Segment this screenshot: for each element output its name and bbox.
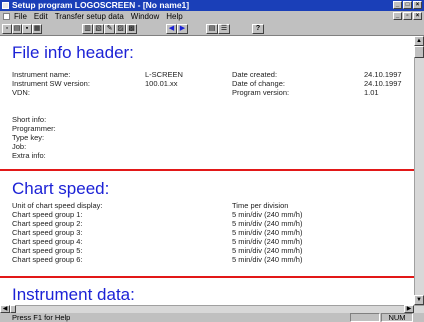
chart-speed-group-value: 5 min/div (240 mm/h): [232, 255, 303, 264]
chart-speed-group-value: 5 min/div (240 mm/h): [232, 246, 303, 255]
menu-file[interactable]: File: [14, 11, 27, 22]
app-icon[interactable]: [2, 2, 9, 9]
document-window-controls: _ ▫ ×: [393, 12, 422, 20]
instrument-name-label: Instrument name:: [12, 70, 71, 79]
chart-speed-group-value: 5 min/div (240 mm/h): [232, 210, 303, 219]
programmer-label: Programmer:: [12, 124, 56, 133]
chart-speed-group-label: Chart speed group 2:: [12, 219, 83, 228]
program-version-value: 1.01: [364, 88, 379, 97]
sw-version-value: 100.01.xx: [145, 79, 178, 88]
date-change-label: Date of change:: [232, 79, 285, 88]
horizontal-scroll-thumb[interactable]: [10, 305, 16, 313]
list-view-icon[interactable]: ☰: [218, 24, 230, 34]
menu-window[interactable]: Window: [131, 11, 159, 22]
status-help-text: Press F1 for Help: [12, 313, 71, 322]
doc-minimize-icon[interactable]: _: [393, 12, 402, 20]
scroll-left-icon[interactable]: ◀: [0, 305, 10, 313]
maximize-icon[interactable]: □: [403, 1, 412, 9]
vertical-scrollbar[interactable]: ▲ ▼: [414, 36, 424, 305]
chart-speed-unit-label: Unit of chart speed display:: [12, 201, 103, 210]
extra-info-label: Extra info:: [12, 151, 46, 160]
chart-speed-title: Chart speed:: [12, 179, 110, 198]
date-created-value: 24.10.1997: [364, 70, 402, 79]
settings-icon[interactable]: ▨: [115, 24, 126, 34]
chart-speed-group-label: Chart speed group 4:: [12, 237, 83, 246]
section-divider: [0, 276, 414, 278]
section-divider: [0, 169, 414, 171]
document-icon[interactable]: [3, 13, 10, 20]
help-icon[interactable]: ?: [252, 24, 264, 34]
menu-edit[interactable]: Edit: [34, 11, 48, 22]
new-file-icon[interactable]: ▫: [2, 24, 12, 34]
window-controls: _ □ ×: [393, 1, 422, 9]
compare-icon[interactable]: ▩: [126, 24, 137, 34]
scroll-thumb[interactable]: [414, 46, 424, 58]
chart-speed-group-value: 5 min/div (240 mm/h): [232, 228, 303, 237]
print-icon[interactable]: ▦: [32, 24, 42, 34]
document-view: File info header: Instrument name: Instr…: [0, 36, 414, 305]
chart-speed-group-label: Chart speed group 1:: [12, 210, 83, 219]
chart-speed-group-value: 5 min/div (240 mm/h): [232, 219, 303, 228]
num-lock-indicator: NUM: [388, 313, 406, 322]
window-title: Setup program LOGOSCREEN - [No name1]: [12, 0, 190, 10]
program-version-label: Program version:: [232, 88, 290, 97]
minimize-icon[interactable]: _: [393, 1, 402, 9]
chart-speed-group-label: Chart speed group 5:: [12, 246, 83, 255]
vdn-label: VDN:: [12, 88, 30, 97]
file-info-header-title: File info header:: [12, 43, 134, 62]
status-panel: [350, 313, 380, 322]
status-bar: Press F1 for Help NUM: [0, 313, 424, 322]
save-file-icon[interactable]: ▪: [22, 24, 32, 34]
close-icon[interactable]: ×: [413, 1, 422, 9]
scroll-down-icon[interactable]: ▼: [414, 295, 424, 305]
menu-help[interactable]: Help: [166, 11, 182, 22]
next-icon[interactable]: ▶: [177, 24, 188, 34]
edit-icon[interactable]: ✎: [104, 24, 115, 34]
scroll-up-icon[interactable]: ▲: [414, 36, 424, 46]
horizontal-scrollbar[interactable]: ◀ ▶: [0, 305, 424, 313]
chart-speed-group-value: 5 min/div (240 mm/h): [232, 237, 303, 246]
transfer-from-instrument-icon[interactable]: ▧: [93, 24, 104, 34]
menu-bar: File Edit Transfer setup data Window Hel…: [0, 11, 424, 22]
previous-icon[interactable]: ◀: [166, 24, 177, 34]
date-created-label: Date created:: [232, 70, 278, 79]
tile-window-icon[interactable]: ▤: [206, 24, 218, 34]
toolbar: ▫ ▤ ▪ ▦ ▥ ▧ ✎ ▨ ▩ ◀ ▶ ▤ ☰ ?: [0, 22, 424, 36]
chart-speed-group-label: Chart speed group 3:: [12, 228, 83, 237]
chart-speed-unit-value: Time per division: [232, 201, 289, 210]
date-change-value: 24.10.1997: [364, 79, 402, 88]
sw-version-label: Instrument SW version:: [12, 79, 90, 88]
doc-close-icon[interactable]: ×: [413, 12, 422, 20]
job-label: Job:: [12, 142, 27, 151]
title-bar: Setup program LOGOSCREEN - [No name1] _ …: [0, 0, 424, 11]
open-file-icon[interactable]: ▤: [12, 24, 22, 34]
chart-speed-group-label: Chart speed group 6:: [12, 255, 83, 264]
doc-restore-icon[interactable]: ▫: [403, 12, 412, 20]
scroll-right-icon[interactable]: ▶: [404, 305, 414, 313]
type-key-label: Type key:: [12, 133, 45, 142]
instrument-data-title: Instrument data:: [12, 285, 135, 304]
short-info-label: Short info:: [12, 115, 47, 124]
transfer-to-instrument-icon[interactable]: ▥: [82, 24, 93, 34]
instrument-name-value: L-SCREEN: [145, 70, 183, 79]
menu-transfer-setup-data[interactable]: Transfer setup data: [55, 11, 124, 22]
